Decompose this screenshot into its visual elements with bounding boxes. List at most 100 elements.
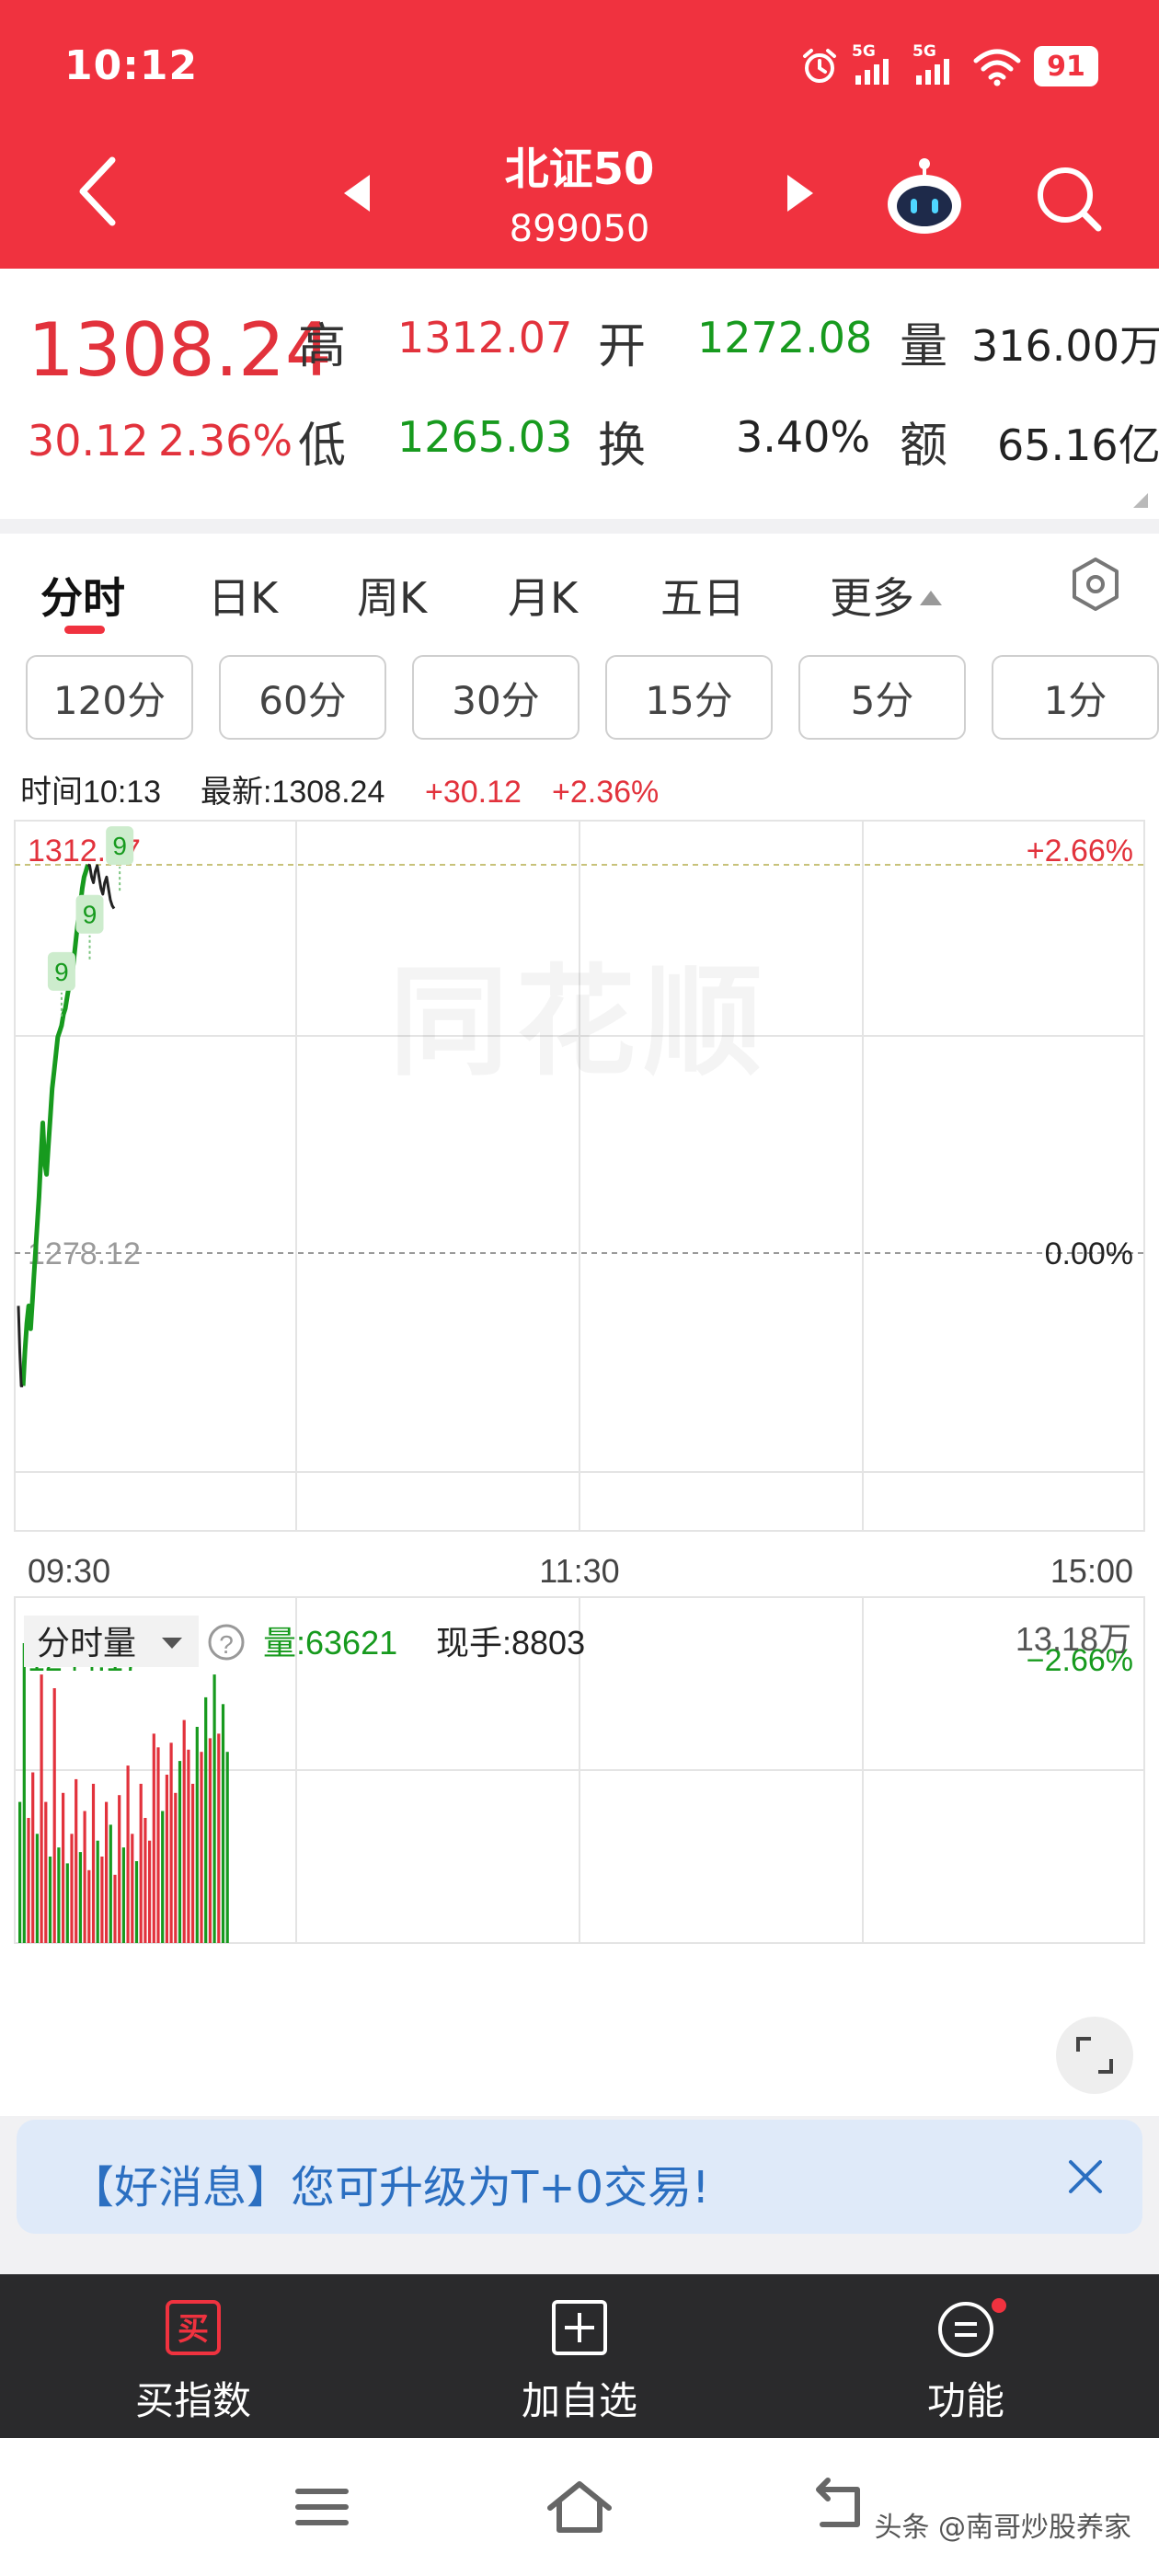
tab-intraday[interactable]: 分时 bbox=[40, 565, 125, 626]
volume-bar bbox=[156, 1747, 160, 1943]
add-watchlist-label: 加自选 bbox=[521, 2378, 637, 2423]
tab-daily-k[interactable]: 日K bbox=[208, 565, 278, 626]
volume-bar bbox=[225, 1752, 229, 1943]
volume-bar bbox=[191, 1783, 195, 1943]
home-icon[interactable] bbox=[543, 2475, 616, 2539]
bottom-action-bar: 买 买指数 加自选 功能 bbox=[0, 2274, 1159, 2438]
promo-banner[interactable]: 【好消息】您可升级为T+0交易! bbox=[17, 2120, 1142, 2234]
tab-weekly-k[interactable]: 周K bbox=[357, 565, 427, 626]
chart-info-change-pct: +2.36% bbox=[552, 775, 659, 810]
add-square-icon bbox=[552, 2300, 607, 2355]
chart-info-change: +30.12 bbox=[425, 775, 522, 810]
volume-bar bbox=[121, 1847, 125, 1943]
turnover-label: 换 bbox=[598, 419, 647, 474]
amount-value: 65.16亿 bbox=[997, 420, 1159, 470]
add-watchlist-button[interactable]: 加自选 bbox=[442, 2274, 717, 2438]
page-title: 北证50 bbox=[504, 144, 655, 195]
svg-text:9: 9 bbox=[112, 832, 127, 860]
interval-5min-button[interactable]: 5分 bbox=[798, 655, 966, 740]
volume-hand: 现手:8803 bbox=[436, 1624, 585, 1662]
help-icon[interactable]: ? bbox=[208, 1624, 245, 1661]
volume-bar bbox=[126, 1765, 130, 1943]
alarm-icon bbox=[803, 49, 836, 83]
promo-banner-text: 【好消息】您可升级为T+0交易! bbox=[70, 2162, 710, 2214]
volume-bar bbox=[187, 1749, 190, 1943]
volume-bar bbox=[208, 1738, 212, 1943]
low-value: 1265.03 bbox=[397, 412, 573, 462]
low-label: 低 bbox=[298, 419, 347, 474]
stock-code: 899050 bbox=[509, 208, 650, 250]
signal-marker-3[interactable]: 9 bbox=[106, 826, 134, 891]
volume-bar bbox=[212, 1674, 216, 1943]
volume-bar bbox=[18, 1801, 22, 1943]
volume-bar bbox=[78, 1852, 82, 1943]
price-change: 30.12 bbox=[28, 416, 149, 466]
volume-title[interactable]: 分时量 bbox=[37, 1624, 136, 1662]
fullscreen-button[interactable] bbox=[1056, 2017, 1133, 2094]
robot-assistant-icon[interactable] bbox=[883, 156, 966, 239]
volume-bar bbox=[139, 1783, 143, 1943]
buy-index-button[interactable]: 买 买指数 bbox=[55, 2274, 331, 2438]
high-value: 1312.07 bbox=[397, 313, 573, 362]
time-tick-open: 09:30 bbox=[28, 1552, 110, 1590]
svg-text:?: ? bbox=[219, 1630, 234, 1659]
volume-bar bbox=[40, 1674, 43, 1943]
intraday-chart[interactable]: 时间10:13 最新:1308.24 +30.12 +2.36% 同花顺 131… bbox=[0, 760, 1159, 2116]
interval-15min-button[interactable]: 15分 bbox=[605, 655, 773, 740]
volume-bar bbox=[165, 1775, 168, 1943]
volume-bar bbox=[52, 1688, 56, 1943]
volume-bar bbox=[48, 1857, 52, 1943]
volume-bar bbox=[195, 1727, 199, 1943]
interval-30min-button[interactable]: 30分 bbox=[412, 655, 580, 740]
price-change-pct: 2.36% bbox=[158, 416, 293, 466]
time-tick-midday: 11:30 bbox=[539, 1552, 619, 1590]
intraday-chart-panel: 时间10:13 最新:1308.24 +30.12 +2.36% 同花顺 131… bbox=[0, 760, 1159, 2116]
menu-icon[interactable] bbox=[285, 2475, 359, 2539]
tab-monthly-k[interactable]: 月K bbox=[508, 565, 578, 626]
open-label: 开 bbox=[598, 319, 647, 374]
chart-info-time: 时间10:13 bbox=[20, 775, 161, 810]
volume-bar bbox=[134, 1861, 139, 1943]
amount-label: 额 bbox=[900, 419, 948, 474]
interval-120min-button[interactable]: 120分 bbox=[26, 655, 193, 740]
volume-bar bbox=[113, 1874, 117, 1943]
volume-bar bbox=[131, 1834, 134, 1943]
functions-label: 功能 bbox=[926, 2378, 1004, 2423]
tab-five-day[interactable]: 五日 bbox=[660, 565, 745, 626]
expand-corner-icon[interactable] bbox=[1133, 493, 1148, 508]
battery-indicator: 91 bbox=[1034, 46, 1098, 86]
volume-bar bbox=[182, 1719, 186, 1943]
caret-up-icon bbox=[920, 591, 942, 605]
back-nav-icon[interactable] bbox=[800, 2475, 874, 2539]
volume-bar bbox=[109, 1824, 112, 1943]
buy-icon-char: 买 bbox=[178, 2311, 209, 2348]
tab-more[interactable]: 更多 bbox=[830, 565, 942, 626]
interval-1min-button[interactable]: 1分 bbox=[992, 655, 1159, 740]
high-label: 高 bbox=[298, 319, 347, 374]
current-price: 1308.24 bbox=[28, 307, 332, 393]
volume-label: 量 bbox=[900, 319, 948, 374]
back-button[interactable] bbox=[75, 155, 120, 228]
pct-axis-top: +2.66% bbox=[1027, 834, 1133, 868]
wifi-icon bbox=[973, 49, 1021, 86]
signal-marker-2[interactable]: 9 bbox=[75, 894, 104, 960]
volume-bar bbox=[105, 1801, 109, 1943]
status-time: 10:12 bbox=[64, 42, 199, 89]
signal-marker-1[interactable]: 9 bbox=[47, 951, 75, 1017]
close-icon[interactable] bbox=[1061, 2153, 1109, 2201]
next-stock-button[interactable] bbox=[784, 173, 817, 213]
open-value: 1272.08 bbox=[697, 313, 873, 362]
search-icon[interactable] bbox=[1032, 162, 1106, 236]
functions-button[interactable]: 功能 bbox=[828, 2274, 1104, 2438]
svg-text:9: 9 bbox=[83, 901, 98, 929]
pct-axis-mid: 0.00% bbox=[1045, 1236, 1133, 1271]
volume-bars bbox=[18, 1643, 229, 1943]
volume-bar bbox=[174, 1792, 178, 1943]
volume-bar bbox=[65, 1863, 69, 1943]
time-tick-close: 15:00 bbox=[1050, 1552, 1133, 1590]
volume-bar bbox=[22, 1643, 26, 1943]
interval-60min-button[interactable]: 60分 bbox=[219, 655, 386, 740]
volume-bar bbox=[204, 1696, 208, 1943]
volume-bar bbox=[44, 1801, 48, 1943]
settings-hexagon-icon[interactable] bbox=[1067, 556, 1124, 613]
